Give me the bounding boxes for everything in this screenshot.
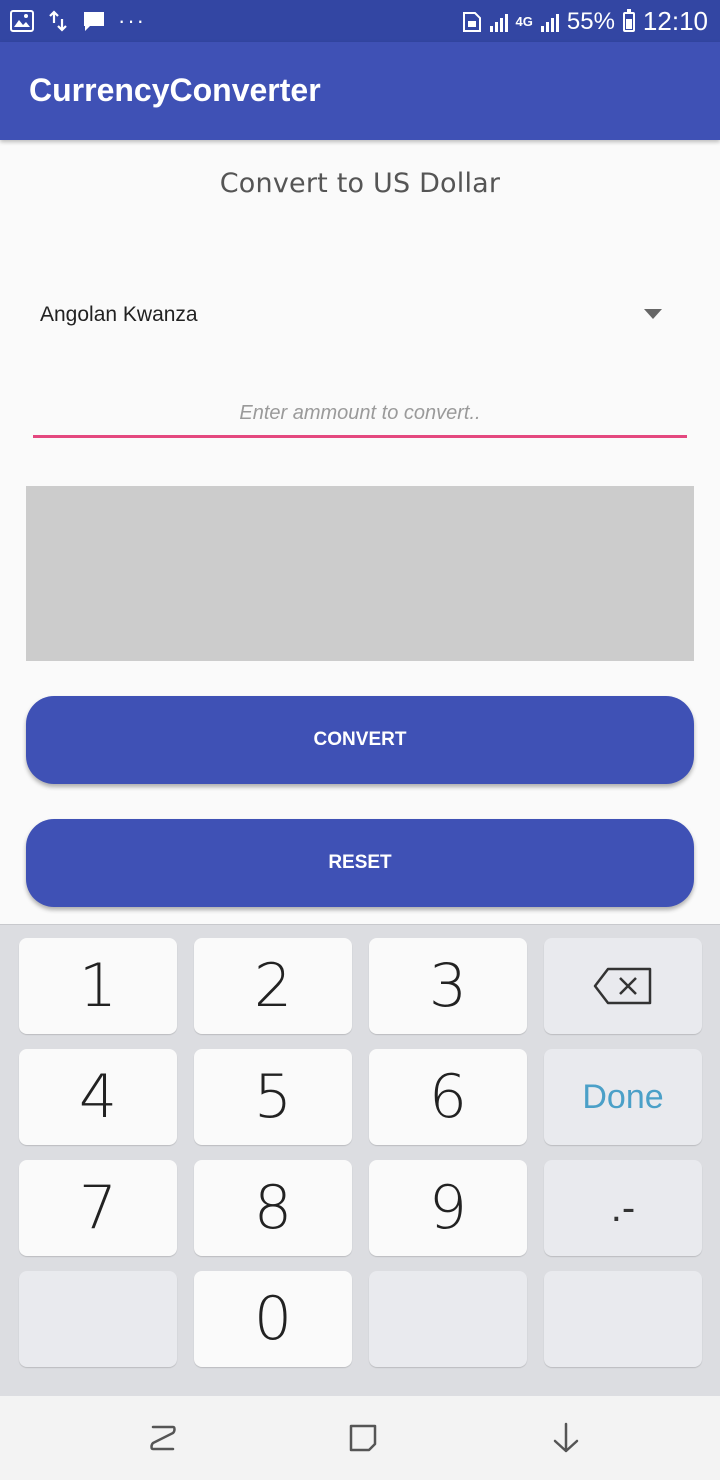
key-1[interactable]: 1 bbox=[19, 938, 177, 1034]
blank-key-right bbox=[544, 1271, 702, 1367]
done-key[interactable]: Done bbox=[544, 1049, 702, 1145]
key-2[interactable]: 2 bbox=[194, 938, 352, 1034]
backspace-key[interactable] bbox=[544, 938, 702, 1034]
key-6[interactable]: 6 bbox=[369, 1049, 527, 1145]
status-left-icons: ··· bbox=[10, 8, 146, 34]
reset-button[interactable]: RESET bbox=[26, 819, 694, 907]
screen: ··· 4G 55% 12:10 CurrencyConverter Conve… bbox=[0, 0, 720, 1480]
backspace-icon bbox=[593, 967, 652, 1005]
amount-input[interactable] bbox=[33, 392, 687, 438]
recents-icon bbox=[150, 1425, 176, 1451]
key-3[interactable]: 3 bbox=[369, 938, 527, 1034]
status-right-icons: 4G 55% 12:10 bbox=[462, 6, 708, 37]
battery-icon bbox=[622, 8, 635, 32]
navigation-bar bbox=[0, 1396, 720, 1480]
blank-key-left bbox=[19, 1271, 177, 1367]
key-8[interactable]: 8 bbox=[194, 1160, 352, 1256]
key-9[interactable]: 9 bbox=[369, 1160, 527, 1256]
home-icon bbox=[349, 1424, 377, 1452]
app-bar: CurrencyConverter bbox=[0, 42, 720, 140]
message-icon bbox=[84, 12, 104, 31]
numeric-keyboard: 1 2 3 4 5 6 Done 7 8 9 .- 0 bbox=[0, 924, 720, 1396]
key-4[interactable]: 4 bbox=[19, 1049, 177, 1145]
blank-key-middle bbox=[369, 1271, 527, 1367]
dot-minus-key[interactable]: .- bbox=[544, 1160, 702, 1256]
back-button[interactable] bbox=[544, 1416, 588, 1460]
gallery-icon bbox=[10, 10, 34, 32]
sim-icon bbox=[462, 11, 481, 32]
key-0[interactable]: 0 bbox=[194, 1271, 352, 1367]
page-subtitle: Convert to US Dollar bbox=[219, 168, 501, 199]
clock: 12:10 bbox=[642, 6, 708, 36]
recents-button[interactable] bbox=[140, 1416, 184, 1460]
key-7[interactable]: 7 bbox=[19, 1160, 177, 1256]
network-type: 4G bbox=[515, 14, 533, 29]
result-display bbox=[26, 486, 694, 661]
home-button[interactable] bbox=[341, 1416, 385, 1460]
battery-percentage: 55% bbox=[566, 7, 615, 35]
data-transfer-icon bbox=[49, 10, 67, 32]
currency-spinner-value: Angolan Kwanza bbox=[40, 303, 198, 326]
signal-strength-icon bbox=[489, 12, 508, 32]
back-icon bbox=[553, 1422, 579, 1453]
app-title: CurrencyConverter bbox=[29, 72, 321, 108]
dropdown-arrow-icon bbox=[644, 309, 662, 319]
status-bar: ··· 4G 55% 12:10 bbox=[0, 0, 720, 42]
signal-strength-2-icon bbox=[540, 12, 559, 32]
convert-button[interactable]: CONVERT bbox=[26, 696, 694, 784]
key-5[interactable]: 5 bbox=[194, 1049, 352, 1145]
currency-spinner[interactable]: Angolan Kwanza bbox=[24, 290, 696, 342]
more-notifications-icon: ··· bbox=[118, 8, 146, 33]
